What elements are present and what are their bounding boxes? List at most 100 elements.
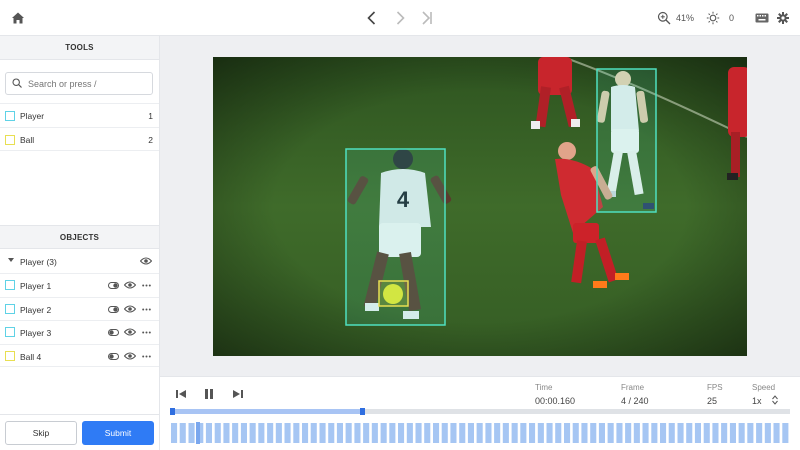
frame-tick[interactable] <box>284 423 291 443</box>
frame-tick[interactable] <box>363 423 370 443</box>
tool-item-player[interactable]: Player 1 <box>0 103 159 127</box>
frame-tick[interactable] <box>354 423 361 443</box>
object-row-ball-4[interactable]: Ball 4 <box>0 343 159 367</box>
frame-tick[interactable] <box>625 423 632 443</box>
frame-tick[interactable] <box>371 423 378 443</box>
frame-tick[interactable] <box>467 423 474 443</box>
frame-tick[interactable] <box>668 423 675 443</box>
caret-down-icon[interactable] <box>8 258 14 262</box>
frame-tick[interactable] <box>258 423 265 443</box>
frame-tick[interactable] <box>232 423 239 443</box>
frame-tick[interactable] <box>441 423 448 443</box>
frame-tick[interactable] <box>345 423 352 443</box>
frame-tick[interactable] <box>179 423 186 443</box>
frame-tick[interactable] <box>598 423 605 443</box>
bounding-box-ball-4[interactable] <box>378 280 409 307</box>
toggle-icon[interactable] <box>108 329 119 336</box>
frame-tick[interactable] <box>529 423 536 443</box>
chevron-left-icon[interactable] <box>363 9 381 27</box>
frame-tick[interactable] <box>511 423 518 443</box>
tool-item-ball[interactable]: Ball 2 <box>0 127 159 151</box>
frame-tick[interactable] <box>389 423 396 443</box>
frame-tick[interactable] <box>293 423 300 443</box>
frame-tick[interactable] <box>459 423 466 443</box>
frame-tick[interactable] <box>773 423 780 443</box>
frame-tick[interactable] <box>398 423 405 443</box>
frame-tick[interactable] <box>328 423 335 443</box>
frame-tick[interactable] <box>721 423 728 443</box>
frame-tick[interactable] <box>310 423 317 443</box>
chevron-right-icon[interactable] <box>391 9 409 27</box>
bounding-box-player-2[interactable] <box>596 68 657 213</box>
object-row-player-2[interactable]: Player 2 <box>0 296 159 321</box>
frame-tick[interactable] <box>450 423 457 443</box>
toggle-icon[interactable] <box>108 305 119 313</box>
skip-to-end-icon[interactable] <box>418 9 436 27</box>
frame-tick[interactable] <box>319 423 326 443</box>
frame-tick[interactable] <box>581 423 588 443</box>
timeline-start-handle[interactable] <box>170 408 175 415</box>
frame-tick[interactable] <box>546 423 553 443</box>
frame-tick[interactable] <box>660 423 667 443</box>
eye-icon[interactable] <box>140 256 152 266</box>
zoom-icon[interactable] <box>657 11 671 25</box>
more-options-icon[interactable] <box>142 308 151 311</box>
frame-tick[interactable] <box>205 423 212 443</box>
frame-tick[interactable] <box>651 423 658 443</box>
frame-tick[interactable] <box>214 423 221 443</box>
frame-tick[interactable] <box>424 423 431 443</box>
frame-tick[interactable] <box>494 423 501 443</box>
frame-tick[interactable] <box>415 423 422 443</box>
frame-tick[interactable] <box>642 423 649 443</box>
frame-tick[interactable] <box>747 423 754 443</box>
frame-tick[interactable] <box>267 423 274 443</box>
toggle-icon[interactable] <box>108 282 119 289</box>
toggle-icon[interactable] <box>108 352 119 360</box>
frame-tick[interactable] <box>590 423 597 443</box>
video-frame[interactable]: 4 <box>213 57 747 356</box>
frame-tick[interactable] <box>782 423 789 443</box>
frame-tick[interactable] <box>336 423 343 443</box>
frame-tick[interactable] <box>223 423 230 443</box>
frame-tick[interactable] <box>406 423 413 443</box>
frame-tick[interactable] <box>616 423 623 443</box>
frame-tick[interactable] <box>240 423 247 443</box>
timeline-playhead[interactable] <box>360 408 365 415</box>
frame-tick[interactable] <box>275 423 282 443</box>
more-options-icon[interactable] <box>142 355 151 358</box>
pause-icon[interactable] <box>202 387 216 401</box>
frame-tick[interactable] <box>476 423 483 443</box>
search-input[interactable] <box>28 76 148 91</box>
frame-tick[interactable] <box>756 423 763 443</box>
more-options-icon[interactable] <box>142 331 151 334</box>
eye-icon[interactable] <box>124 351 136 361</box>
frame-strip-playhead[interactable] <box>196 422 200 444</box>
frame-tick[interactable] <box>433 423 440 443</box>
tool-search[interactable] <box>5 72 153 95</box>
keyboard-icon[interactable] <box>755 13 769 23</box>
object-group-player[interactable]: Player (3) <box>0 249 159 273</box>
eye-icon[interactable] <box>124 280 136 290</box>
eye-icon[interactable] <box>124 327 136 337</box>
frame-tick[interactable] <box>555 423 562 443</box>
frame-tick[interactable] <box>302 423 309 443</box>
frame-tick[interactable] <box>677 423 684 443</box>
annotation-canvas[interactable]: 4 <box>160 36 800 376</box>
frame-tick[interactable] <box>380 423 387 443</box>
frame-tick[interactable] <box>738 423 745 443</box>
skip-button[interactable]: Skip <box>5 421 77 445</box>
frame-tick[interactable] <box>712 423 719 443</box>
eye-icon[interactable] <box>124 304 136 314</box>
frame-tick[interactable] <box>485 423 492 443</box>
object-row-player-3[interactable]: Player 3 <box>0 320 159 344</box>
frame-tick[interactable] <box>537 423 544 443</box>
frame-tick[interactable] <box>633 423 640 443</box>
stepper-icon[interactable] <box>772 395 778 405</box>
frame-tick[interactable] <box>729 423 736 443</box>
frame-tick[interactable] <box>686 423 693 443</box>
next-frame-icon[interactable] <box>231 387 245 401</box>
submit-button[interactable]: Submit <box>82 421 154 445</box>
more-options-icon[interactable] <box>142 284 151 287</box>
frame-tick[interactable] <box>188 423 195 443</box>
gear-icon[interactable] <box>777 12 789 24</box>
